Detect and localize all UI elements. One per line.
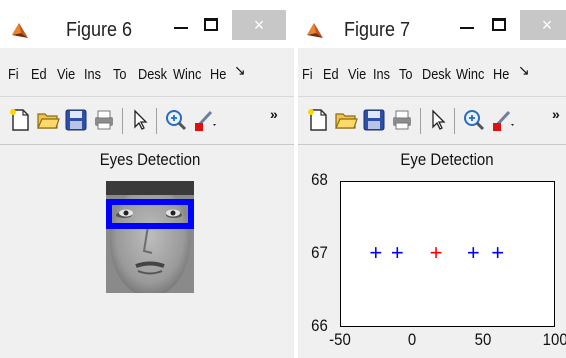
- y-tick-label: 66: [311, 316, 328, 335]
- eye-region-highlight: [106, 199, 194, 229]
- minimize-button[interactable]: [458, 16, 476, 36]
- save-icon[interactable]: [362, 108, 386, 132]
- maximize-button[interactable]: [490, 16, 508, 36]
- zoom-in-icon[interactable]: [462, 108, 486, 132]
- data-point: +: [429, 240, 443, 265]
- figure6-title: Figure 6: [66, 19, 133, 41]
- x-tick-label: 50: [474, 330, 492, 349]
- toolbar-separator: [454, 108, 455, 134]
- close-button[interactable]: ×: [232, 10, 286, 40]
- minimize-button[interactable]: [172, 16, 190, 36]
- new-file-icon[interactable]: [306, 108, 330, 132]
- menu-insert[interactable]: Ins: [84, 66, 101, 83]
- menu-file[interactable]: Fi: [8, 66, 19, 83]
- figure6-toolbar: »: [0, 98, 294, 145]
- menu-edit[interactable]: Ed: [31, 66, 47, 83]
- close-button[interactable]: ×: [520, 10, 566, 40]
- figure6-menubar: Fi Ed Vie Ins To Desk Winc He ↘: [0, 52, 294, 97]
- figure7-titlebar[interactable]: Figure 7 ×: [298, 0, 566, 48]
- x-tick-label: -50: [329, 330, 351, 349]
- matlab-logo-icon: [12, 23, 28, 38]
- maximize-button[interactable]: [202, 16, 220, 36]
- data-point: +: [491, 240, 505, 265]
- toolbar-overflow-icon[interactable]: »: [270, 106, 278, 122]
- print-icon[interactable]: [92, 108, 116, 132]
- figure6-axes-title: Eyes Detection: [99, 150, 201, 169]
- menu-desktop[interactable]: Desk: [422, 66, 451, 83]
- x-tick-label: 0: [407, 330, 416, 349]
- menu-tools[interactable]: To: [399, 66, 412, 83]
- x-tick-label: 100: [542, 330, 566, 349]
- pointer-icon[interactable]: [128, 108, 152, 132]
- data-point: +: [390, 240, 404, 265]
- menu-overflow-icon[interactable]: ↘: [234, 62, 246, 79]
- menu-help[interactable]: He: [493, 66, 509, 83]
- zoom-in-icon[interactable]: [164, 108, 188, 132]
- figure7-menubar: Fi Ed Vie Ins To Desk Winc He ↘: [298, 52, 566, 97]
- save-icon[interactable]: [64, 108, 88, 132]
- new-file-icon[interactable]: [8, 108, 32, 132]
- menu-window[interactable]: Winc: [173, 66, 201, 83]
- menu-file[interactable]: Fi: [302, 66, 313, 83]
- toolbar-separator: [122, 108, 123, 134]
- data-point: +: [466, 240, 480, 265]
- figure7-toolbar: »: [298, 98, 566, 145]
- y-tick-label: 68: [311, 170, 328, 189]
- print-icon[interactable]: [390, 108, 414, 132]
- figure6-titlebar[interactable]: Figure 6 ×: [0, 0, 294, 48]
- pointer-icon[interactable]: [426, 108, 450, 132]
- menu-help[interactable]: He: [210, 66, 226, 83]
- data-point: +: [369, 240, 383, 265]
- matlab-logo-icon: [307, 23, 323, 38]
- open-folder-icon[interactable]: [334, 108, 358, 132]
- toolbar-separator: [156, 108, 157, 134]
- figure6-window: Figure 6 × Fi Ed Vie Ins To Desk Winc He…: [0, 0, 294, 358]
- figure7-axes-title: Eye Detection: [400, 150, 494, 169]
- figure7-title: Figure 7: [344, 19, 411, 41]
- menu-tools[interactable]: To: [113, 66, 126, 83]
- menu-overflow-icon[interactable]: ↘: [518, 62, 530, 79]
- y-tick-label: 67: [311, 243, 328, 262]
- menu-window[interactable]: Winc: [456, 66, 484, 83]
- toolbar-overflow-icon[interactable]: »: [552, 106, 560, 122]
- menu-insert[interactable]: Ins: [373, 66, 390, 83]
- brush-icon[interactable]: [192, 108, 216, 132]
- open-folder-icon[interactable]: [36, 108, 60, 132]
- menu-view[interactable]: Vie: [57, 66, 75, 83]
- brush-icon[interactable]: [490, 108, 514, 132]
- menu-edit[interactable]: Ed: [323, 66, 339, 83]
- toolbar-separator: [420, 108, 421, 134]
- menu-desktop[interactable]: Desk: [138, 66, 167, 83]
- menu-view[interactable]: Vie: [348, 66, 366, 83]
- face-image: [106, 181, 194, 293]
